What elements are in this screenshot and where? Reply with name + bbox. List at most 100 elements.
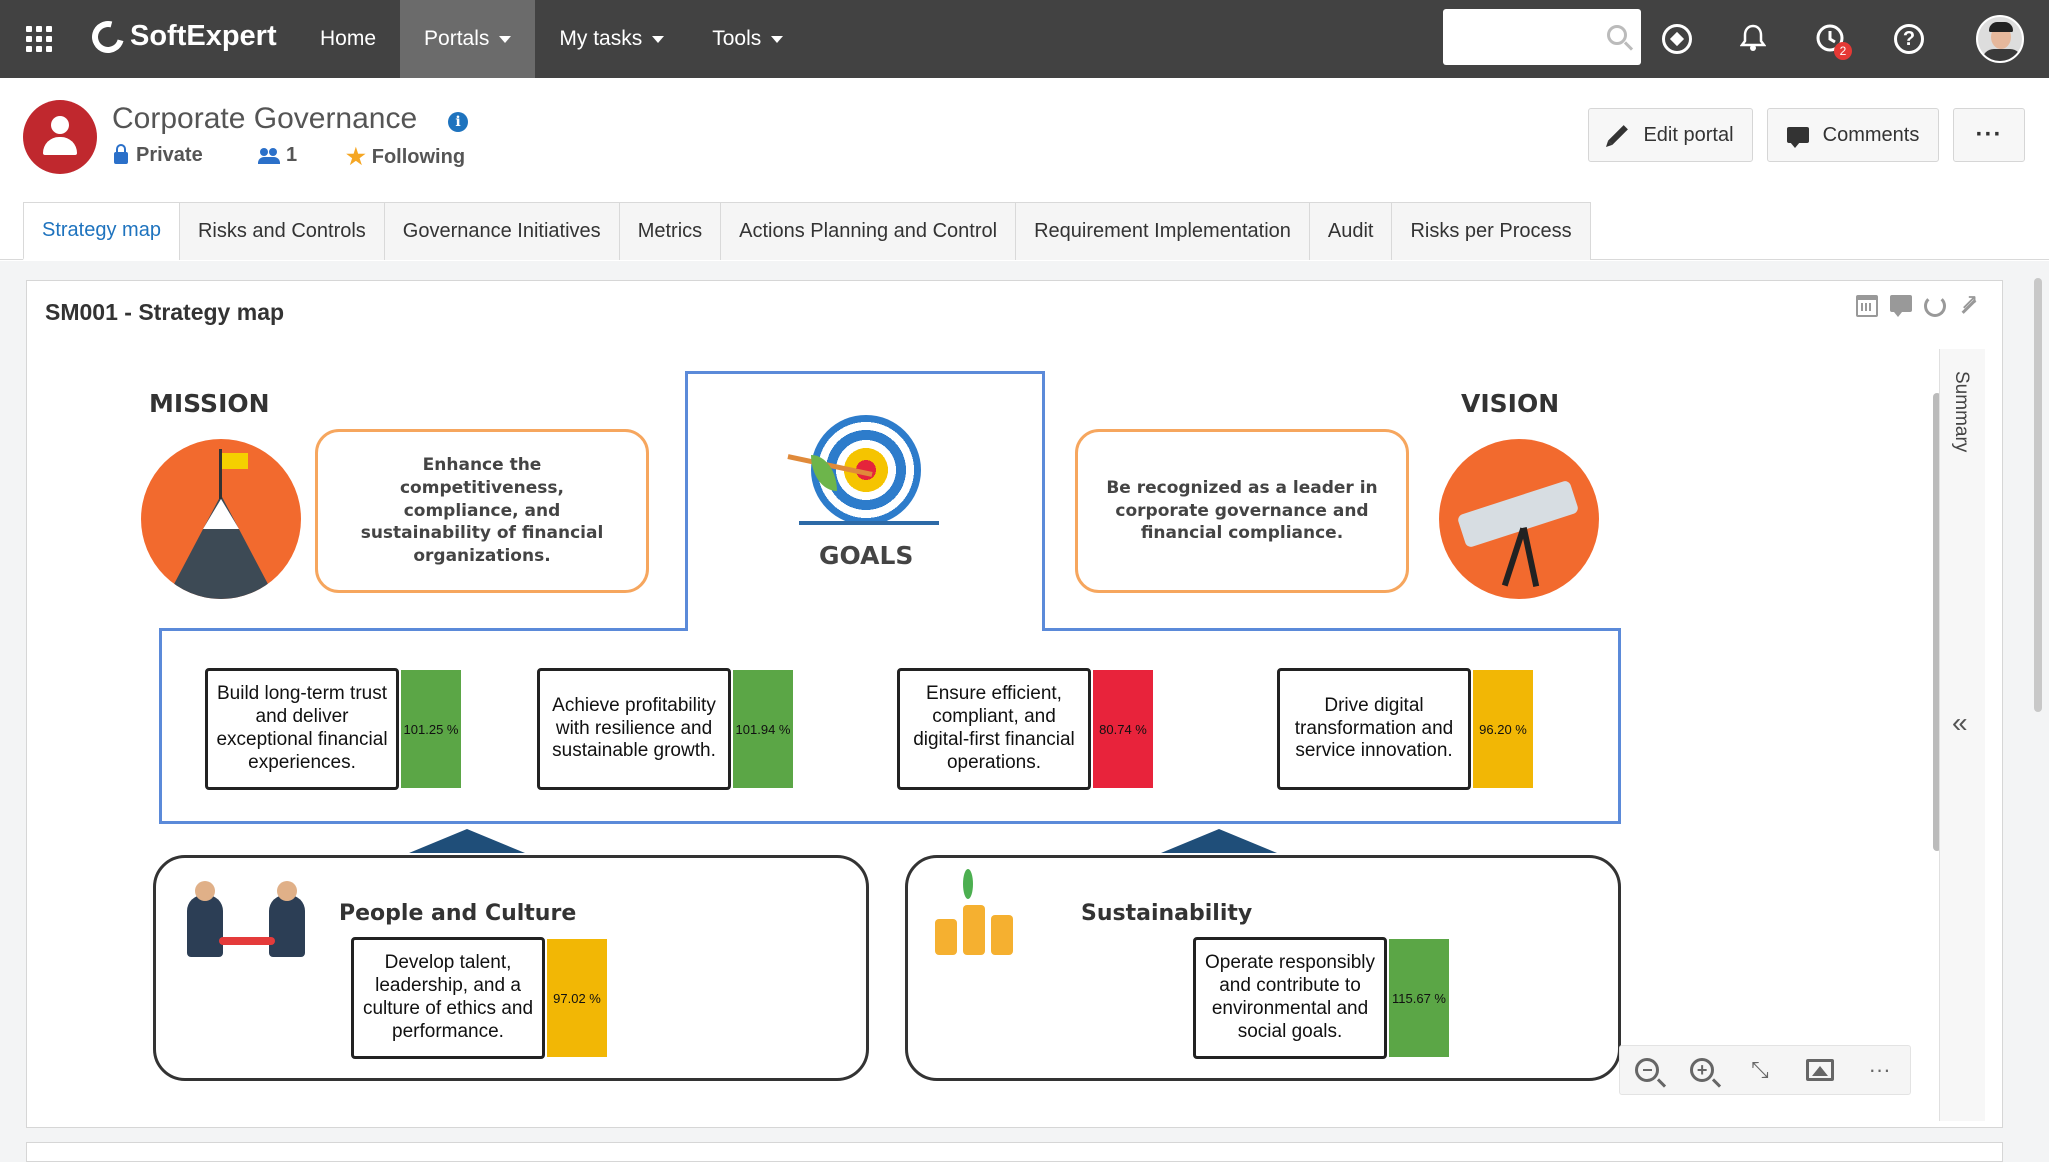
mission-statement: Enhance the competitiveness, compliance,… <box>315 429 649 593</box>
bell-icon[interactable] <box>1735 20 1771 56</box>
tab-label: Risks and Controls <box>197 220 366 242</box>
follow-toggle[interactable]: ★ Following <box>346 144 465 170</box>
refresh-icon[interactable] <box>1924 295 1946 317</box>
members-count-label: 1 <box>286 144 298 166</box>
collapse-left-icon[interactable]: « <box>1952 707 1968 739</box>
more-horizontal-icon: ··· <box>1975 121 2003 148</box>
goal-objective[interactable]: Ensure efficient, compliant, and digital… <box>897 668 1091 790</box>
zoom-out-icon[interactable]: − <box>1635 1058 1660 1082</box>
privacy-status: Private <box>114 143 203 167</box>
compass-icon[interactable] <box>1662 24 1692 54</box>
edit-portal-label: Edit portal <box>1643 123 1734 146</box>
users-icon <box>258 147 280 164</box>
performance-indicator[interactable]: 115.67 % <box>1389 939 1449 1057</box>
page-vertical-scrollbar[interactable] <box>2034 278 2042 712</box>
top-navigation-bar: SoftExpert Home Portals My tasks Tools 2… <box>0 0 2049 78</box>
tab-label: Requirement Implementation <box>1034 220 1291 242</box>
widget-title: SM001 - Strategy map <box>45 299 285 325</box>
export-image-icon[interactable] <box>1805 1059 1834 1081</box>
perspective-objective[interactable]: Develop talent, leadership, and a cultur… <box>351 937 545 1059</box>
tab-audit[interactable]: Audit <box>1308 202 1393 260</box>
summary-label: Summary <box>1951 371 1972 453</box>
widget-toolbar <box>1844 289 1980 317</box>
mission-heading: MISSION <box>149 389 270 418</box>
main-nav: Home Portals My tasks Tools <box>296 0 807 78</box>
target-stand <box>799 521 939 525</box>
tab-label: Risks per Process <box>1410 220 1572 242</box>
expand-icon[interactable] <box>1958 289 1980 317</box>
performance-indicator[interactable]: 80.74 % <box>1093 670 1153 788</box>
tab-governance-initiatives[interactable]: Governance Initiatives <box>383 202 620 260</box>
softexpert-logo-icon <box>86 14 130 59</box>
goal-objective[interactable]: Build long-term trust and deliver except… <box>205 668 399 790</box>
tab-risks-and-controls[interactable]: Risks and Controls <box>178 202 385 260</box>
nav-my-tasks-label: My tasks <box>559 27 643 50</box>
comments-label: Comments <box>1822 123 1920 146</box>
members-count[interactable]: 1 <box>258 144 297 167</box>
nav-portals-label: Portals <box>424 27 490 50</box>
fit-to-screen-icon[interactable]: ⤡ <box>1745 1055 1775 1085</box>
tab-label: Strategy map <box>42 219 161 241</box>
goals-heading: GOALS <box>819 541 914 570</box>
nav-home-label: Home <box>320 27 377 50</box>
brand-logo[interactable]: SoftExpert <box>86 14 277 59</box>
performance-indicator[interactable]: 101.25 % <box>401 670 461 788</box>
up-arrow-connector <box>409 829 525 853</box>
tab-label: Governance Initiatives <box>402 220 601 242</box>
caret-down-icon <box>652 35 665 43</box>
search-input[interactable] <box>1443 9 1641 65</box>
nav-my-tasks[interactable]: My tasks <box>535 0 688 78</box>
tab-actions-planning[interactable]: Actions Planning and Control <box>720 202 1017 260</box>
edit-portal-button[interactable]: Edit portal <box>1588 108 1753 162</box>
caret-down-icon <box>771 35 784 43</box>
tab-label: Audit <box>1327 220 1374 242</box>
more-options-button[interactable]: ··· <box>1953 108 2025 162</box>
coins-sprout-icon <box>925 869 1025 959</box>
more-horizontal-icon[interactable]: ··· <box>1865 1055 1895 1085</box>
pencil-icon <box>1608 125 1629 145</box>
info-icon[interactable]: i <box>448 112 468 132</box>
nav-home[interactable]: Home <box>296 0 400 78</box>
handshake-icon <box>183 881 309 965</box>
user-avatar[interactable] <box>1976 15 2024 63</box>
search-icon[interactable] <box>1607 25 1627 45</box>
mission-mountain-icon <box>141 439 301 599</box>
privacy-label: Private <box>136 144 203 166</box>
tab-requirement-implementation[interactable]: Requirement Implementation <box>1015 202 1310 260</box>
tab-label: Actions Planning and Control <box>739 220 998 242</box>
apps-grid-icon[interactable] <box>26 26 52 52</box>
next-widget-edge <box>26 1142 2003 1162</box>
perspective-title: People and Culture <box>339 901 577 926</box>
portal-avatar-icon <box>23 100 97 174</box>
goal-objective[interactable]: Drive digital transformation and service… <box>1277 668 1471 790</box>
performance-indicator[interactable]: 96.20 % <box>1473 670 1533 788</box>
performance-indicator[interactable]: 97.02 % <box>547 939 607 1057</box>
zoom-in-icon[interactable]: + <box>1690 1058 1715 1082</box>
brand-name: SoftExpert <box>130 20 277 52</box>
up-arrow-connector <box>1161 829 1277 853</box>
calendar-icon[interactable] <box>1856 295 1878 317</box>
perspective-objective[interactable]: Operate responsibly and contribute to en… <box>1193 937 1387 1059</box>
portal-title: Corporate Governance <box>112 102 418 135</box>
tab-strategy-map[interactable]: Strategy map <box>23 202 180 260</box>
notification-badge: 2 <box>1834 42 1852 60</box>
help-icon[interactable]: ? <box>1894 24 1924 54</box>
strategy-map-canvas[interactable]: MISSION Enhance the competitiveness, com… <box>41 341 1941 1121</box>
follow-label: Following <box>371 145 466 168</box>
comments-button[interactable]: Comments <box>1767 108 1939 162</box>
goal-objective[interactable]: Achieve profitability with resilience an… <box>537 668 731 790</box>
activity-icon[interactable]: 2 <box>1812 20 1852 60</box>
nav-portals[interactable]: Portals <box>400 0 536 78</box>
map-zoom-toolbar: − + ⤡ ··· <box>1619 1045 1911 1095</box>
summary-panel[interactable]: Summary « <box>1939 349 1985 1121</box>
comment-icon[interactable] <box>1890 295 1912 317</box>
lock-icon <box>114 143 128 164</box>
performance-indicator[interactable]: 101.94 % <box>733 670 793 788</box>
nav-tools[interactable]: Tools <box>688 0 807 78</box>
strategy-map-widget: SM001 - Strategy map MISSION Enhance the… <box>26 280 2003 1128</box>
perspective-title: Sustainability <box>1081 901 1253 926</box>
nav-tools-label: Tools <box>712 27 762 50</box>
tab-risks-per-process[interactable]: Risks per Process <box>1391 202 1591 260</box>
tab-metrics[interactable]: Metrics <box>618 202 722 260</box>
comment-icon <box>1786 127 1809 148</box>
